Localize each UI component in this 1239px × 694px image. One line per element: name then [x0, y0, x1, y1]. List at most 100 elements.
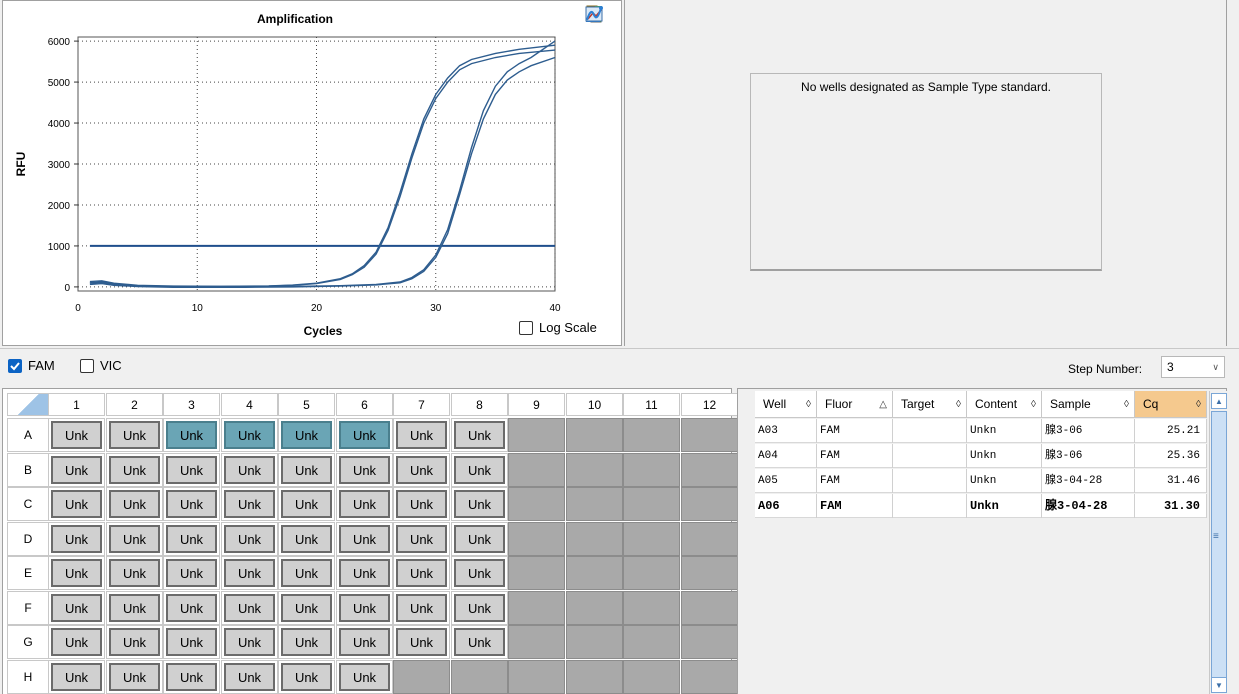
well-E6[interactable]: Unk [336, 556, 393, 590]
well-C3[interactable]: Unk [163, 487, 220, 521]
well-E12[interactable] [681, 556, 738, 590]
well-A5[interactable]: Unk [278, 418, 335, 452]
well-F12[interactable] [681, 590, 738, 625]
well-A8[interactable]: Unk [451, 418, 508, 452]
well-A6[interactable]: Unk [336, 418, 393, 452]
well-G3[interactable]: Unk [163, 625, 220, 659]
well-G6[interactable]: Unk [336, 625, 393, 659]
table-row[interactable]: A05 FAM Unkn 腺3-04-28 31.46 [755, 469, 1207, 493]
table-scrollbar[interactable]: ▲ ≡ ▼ [1209, 391, 1227, 694]
well-C7[interactable]: Unk [393, 487, 450, 521]
log-scale-checkbox[interactable] [519, 320, 533, 335]
well-B11[interactable] [623, 452, 680, 487]
well-F7[interactable]: Unk [393, 590, 450, 625]
sort-icon[interactable]: ◊ [956, 391, 961, 418]
well-C4[interactable]: Unk [221, 487, 278, 521]
well-B3[interactable]: Unk [163, 452, 220, 487]
well-H5[interactable]: Unk [278, 659, 335, 694]
trace-icon[interactable] [586, 6, 608, 117]
well-A4[interactable]: Unk [221, 418, 278, 452]
well-G5[interactable]: Unk [278, 625, 335, 659]
well-H7[interactable] [393, 659, 450, 694]
well-H8[interactable] [451, 659, 508, 694]
fluor-vic-toggle[interactable]: VIC [80, 358, 122, 373]
plate-col-header-4[interactable]: 4 [221, 393, 278, 416]
well-H2[interactable]: Unk [106, 659, 163, 694]
well-D3[interactable]: Unk [163, 521, 220, 556]
well-G2[interactable]: Unk [106, 625, 163, 659]
well-A2[interactable]: Unk [106, 418, 163, 452]
sort-icon[interactable]: ◊ [806, 391, 811, 418]
step-number-select[interactable]: 3 ∨ [1161, 356, 1225, 378]
well-B10[interactable] [566, 452, 623, 487]
well-B9[interactable] [508, 452, 565, 487]
plate-row-header-A[interactable]: A [7, 418, 49, 452]
well-B8[interactable]: Unk [451, 452, 508, 487]
plate-col-header-6[interactable]: 6 [336, 393, 393, 416]
export-icon[interactable] [586, 6, 608, 71]
well-D2[interactable]: Unk [106, 521, 163, 556]
image-icon[interactable] [585, 6, 608, 94]
plate-col-header-12[interactable]: 12 [681, 393, 738, 416]
col-header-well[interactable]: Well ◊ [755, 391, 817, 418]
well-E10[interactable] [566, 556, 623, 590]
well-C5[interactable]: Unk [278, 487, 335, 521]
well-E9[interactable] [508, 556, 565, 590]
log-scale-toggle[interactable]: Log Scale [519, 320, 597, 335]
well-C9[interactable] [508, 487, 565, 521]
well-H3[interactable]: Unk [163, 659, 220, 694]
vic-checkbox[interactable] [80, 358, 94, 373]
plate-col-header-2[interactable]: 2 [106, 393, 163, 416]
plate-row-header-G[interactable]: G [7, 625, 49, 659]
well-B5[interactable]: Unk [278, 452, 335, 487]
well-F5[interactable]: Unk [278, 590, 335, 625]
fam-checkbox[interactable] [8, 358, 22, 373]
well-D5[interactable]: Unk [278, 521, 335, 556]
plate-col-header-9[interactable]: 9 [508, 393, 565, 416]
well-D6[interactable]: Unk [336, 521, 393, 556]
plate-col-header-7[interactable]: 7 [393, 393, 450, 416]
well-A1[interactable]: Unk [48, 418, 105, 452]
plate-row-header-C[interactable]: C [7, 487, 49, 521]
well-C10[interactable] [566, 487, 623, 521]
well-F11[interactable] [623, 590, 680, 625]
well-H9[interactable] [508, 659, 565, 694]
well-B1[interactable]: Unk [48, 452, 105, 487]
well-G7[interactable]: Unk [393, 625, 450, 659]
plate-col-header-10[interactable]: 10 [566, 393, 623, 416]
well-H1[interactable]: Unk [48, 659, 105, 694]
well-F6[interactable]: Unk [336, 590, 393, 625]
scroll-up-icon[interactable]: ▲ [1211, 393, 1227, 409]
well-D1[interactable]: Unk [48, 521, 105, 556]
well-C8[interactable]: Unk [451, 487, 508, 521]
col-header-fluor[interactable]: Fluor △ [817, 391, 893, 418]
well-A3[interactable]: Unk [163, 418, 220, 452]
well-G9[interactable] [508, 625, 565, 659]
well-C1[interactable]: Unk [48, 487, 105, 521]
well-B4[interactable]: Unk [221, 452, 278, 487]
well-B6[interactable]: Unk [336, 452, 393, 487]
plate-col-header-11[interactable]: 11 [623, 393, 680, 416]
sort-icon[interactable]: △ [879, 391, 887, 418]
col-header-content[interactable]: Content ◊ [967, 391, 1042, 418]
well-B2[interactable]: Unk [106, 452, 163, 487]
well-H11[interactable] [623, 659, 680, 694]
well-F1[interactable]: Unk [48, 590, 105, 625]
chart-tools-icon[interactable] [586, 8, 608, 48]
table-row[interactable]: A03 FAM Unkn 腺3-06 25.21 [755, 419, 1207, 443]
well-D12[interactable] [681, 521, 738, 556]
plate-row-header-D[interactable]: D [7, 521, 49, 556]
well-H4[interactable]: Unk [221, 659, 278, 694]
well-B12[interactable] [681, 452, 738, 487]
well-H12[interactable] [681, 659, 738, 694]
fluor-fam-toggle[interactable]: FAM [8, 358, 55, 373]
table-row[interactable]: A06 FAM Unkn 腺3-04-28 31.30 [755, 494, 1207, 518]
well-E4[interactable]: Unk [221, 556, 278, 590]
plate-col-header-1[interactable]: 1 [48, 393, 105, 416]
well-G1[interactable]: Unk [48, 625, 105, 659]
well-A12[interactable] [681, 418, 738, 452]
well-C11[interactable] [623, 487, 680, 521]
well-D4[interactable]: Unk [221, 521, 278, 556]
well-E5[interactable]: Unk [278, 556, 335, 590]
sort-icon[interactable]: ◊ [1196, 391, 1201, 418]
